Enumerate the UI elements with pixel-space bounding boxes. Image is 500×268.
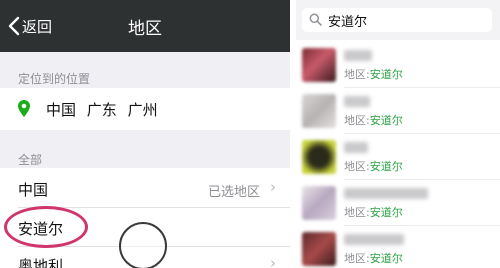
- contact-avatar: [302, 94, 336, 128]
- touch-indicator: [119, 222, 167, 268]
- located-location-text: 中国 广东 广州: [46, 99, 158, 120]
- contact-name-blurred: [344, 142, 368, 153]
- contact-region: 地区:安道尔: [344, 160, 403, 173]
- contact-name-blurred: [344, 96, 370, 107]
- region-item-austria[interactable]: 奥地利: [18, 255, 63, 268]
- contact-avatar: [302, 186, 336, 220]
- contact-avatar: [302, 140, 336, 174]
- located-section-header: 定位到的位置: [18, 72, 91, 86]
- location-pin-icon: [18, 100, 30, 117]
- contact-name-blurred: [344, 234, 404, 245]
- search-result-item[interactable]: 地区:安道尔: [296, 134, 500, 180]
- location-province: 广东: [86, 101, 117, 119]
- chevron-right-icon: ›: [270, 254, 276, 268]
- all-section-header: 全部: [18, 153, 43, 167]
- search-icon: [309, 13, 322, 26]
- selected-region-status: 已选地区: [207, 185, 260, 200]
- highlight-circle-annotation: [4, 206, 88, 248]
- search-result-item[interactable]: 地区:安道尔: [296, 88, 500, 134]
- chevron-right-icon: ›: [270, 178, 276, 196]
- location-country: 中国: [46, 101, 77, 119]
- search-result-item[interactable]: 地区:安道尔: [296, 226, 500, 268]
- location-city: 广州: [127, 101, 158, 119]
- search-result-item[interactable]: 地区:安道尔: [296, 180, 500, 226]
- search-input[interactable]: 安道尔: [302, 8, 492, 32]
- search-query: 安道尔: [328, 15, 368, 30]
- contact-region: 地区:安道尔: [344, 114, 403, 127]
- contact-region: 地区:安道尔: [344, 206, 403, 219]
- search-results-screen: 安道尔 地区:安道尔 地区:安道尔 地区:安道尔 地区:安道尔 地区:安道尔: [296, 0, 500, 268]
- located-location-row[interactable]: 中国 广东 广州: [0, 88, 290, 130]
- contact-name-blurred: [344, 50, 372, 61]
- region-item-china[interactable]: 中国: [18, 179, 48, 200]
- contact-avatar: [302, 48, 336, 82]
- contact-avatar: [302, 232, 336, 266]
- navigation-bar: 返回 地区: [0, 0, 290, 52]
- page-title: 地区: [128, 19, 162, 39]
- contact-name-blurred: [344, 188, 428, 199]
- region-picker-screen: 返回 地区 定位到的位置 中国 广东 广州 全部 中国 已选地区 › 安道尔 奥…: [0, 0, 290, 268]
- contact-region: 地区:安道尔: [344, 252, 403, 265]
- search-bar: 安道尔: [296, 0, 500, 40]
- search-result-item[interactable]: 地区:安道尔: [296, 42, 500, 88]
- contact-region: 地区:安道尔: [344, 68, 403, 81]
